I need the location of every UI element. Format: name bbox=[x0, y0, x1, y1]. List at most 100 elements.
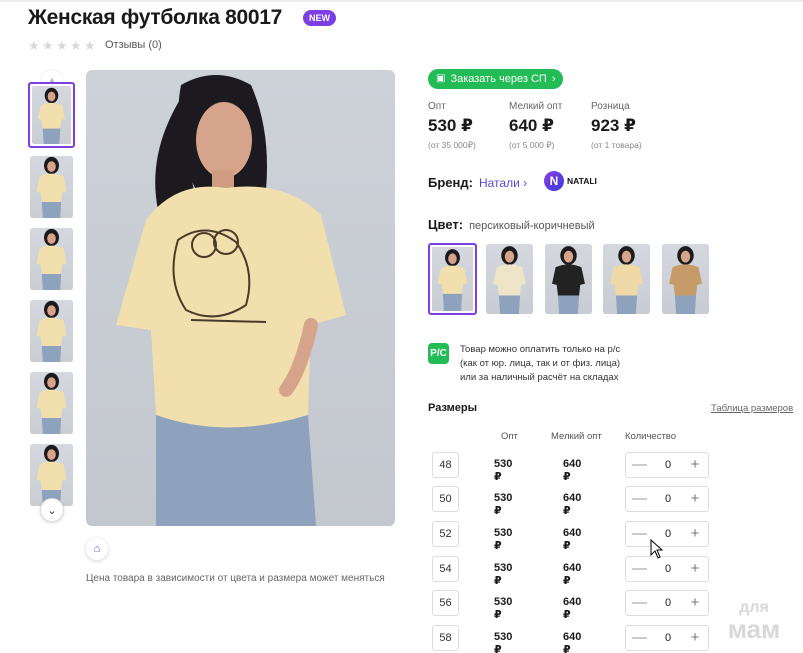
quantity-stepper: — 0 + bbox=[625, 590, 709, 616]
price-threshold: (от 5 000 ₽) bbox=[509, 140, 555, 150]
star-icon: ★ bbox=[28, 38, 40, 53]
price-retail: Розница 923 ₽ (от 1 товара) bbox=[591, 101, 642, 150]
watermark-line: мам bbox=[727, 614, 781, 644]
price-threshold: (от 35 000₽) bbox=[428, 140, 476, 150]
thumbnail-2[interactable] bbox=[30, 156, 73, 218]
color-row: Цвет: персиковый-коричневый bbox=[428, 217, 595, 232]
brand-logo-mark: N bbox=[544, 171, 564, 191]
size-price-opt: 530 ₽ bbox=[494, 562, 513, 587]
quantity-stepper: — 0 + bbox=[625, 625, 709, 651]
watermark: для мам bbox=[716, 600, 792, 644]
thumbnail-3[interactable] bbox=[30, 228, 73, 290]
decrease-button[interactable]: — bbox=[632, 591, 647, 615]
star-icon: ★ bbox=[56, 38, 68, 53]
increase-button[interactable]: + bbox=[688, 522, 702, 546]
rating-stars[interactable]: ★ ★ ★ ★ ★ bbox=[28, 39, 97, 52]
column-header-qty: Количество bbox=[625, 431, 677, 442]
brand-row: Бренд: Натали › bbox=[428, 175, 527, 190]
increase-button[interactable]: + bbox=[688, 453, 702, 477]
new-badge: NEW bbox=[303, 10, 336, 26]
column-header-opt: Опт bbox=[501, 431, 518, 442]
size-label: 56 bbox=[432, 590, 459, 616]
cart-icon: ▣ bbox=[436, 73, 446, 84]
hanger-icon[interactable]: ⌂ bbox=[86, 538, 108, 560]
decrease-button[interactable]: — bbox=[632, 453, 647, 477]
quantity-input[interactable]: 0 bbox=[656, 626, 680, 650]
model-photo bbox=[116, 75, 346, 526]
chevron-down-icon[interactable]: ⌄ bbox=[40, 498, 64, 522]
size-price-small-opt: 640 ₽ bbox=[563, 527, 582, 552]
size-price-opt: 530 ₽ bbox=[494, 458, 513, 483]
size-label: 54 bbox=[432, 556, 459, 582]
decrease-button[interactable]: — bbox=[632, 626, 647, 650]
payment-account-icon: Р/С bbox=[428, 343, 449, 364]
top-divider bbox=[0, 0, 803, 2]
price-value: 923 ₽ bbox=[591, 116, 636, 135]
thumbnail-6[interactable] bbox=[30, 444, 73, 506]
size-price-opt: 530 ₽ bbox=[494, 527, 513, 552]
price-value: 640 ₽ bbox=[509, 116, 554, 135]
decrease-button[interactable]: — bbox=[632, 557, 647, 581]
price-label: Мелкий опт bbox=[509, 101, 563, 112]
color-label: Цвет: bbox=[428, 217, 464, 232]
increase-button[interactable]: + bbox=[688, 626, 702, 650]
product-title: Женская футболка 80017 bbox=[28, 6, 283, 29]
price-label: Розница bbox=[591, 101, 630, 112]
thumbnail-4[interactable] bbox=[30, 300, 73, 362]
size-table-link[interactable]: Таблица размеров bbox=[711, 403, 793, 414]
color-value: персиковый-коричневый bbox=[469, 220, 595, 232]
order-sp-label: Заказать через СП bbox=[450, 73, 547, 85]
brand-label: Бренд: bbox=[428, 175, 473, 190]
color-swatch-brown[interactable] bbox=[662, 244, 709, 314]
payment-note: Товар можно оплатить только на р/с (как … bbox=[460, 343, 620, 385]
brand-logo-text: NATALI bbox=[567, 176, 597, 186]
color-swatch-black[interactable] bbox=[545, 244, 592, 314]
quantity-input[interactable]: 0 bbox=[656, 453, 680, 477]
thumbnail-5[interactable] bbox=[30, 372, 73, 434]
quantity-stepper: —0 + bbox=[625, 521, 709, 547]
size-price-small-opt: 640 ₽ bbox=[563, 492, 582, 517]
brand-link[interactable]: Натали › bbox=[479, 176, 527, 190]
quantity-input[interactable]: 0 bbox=[656, 487, 680, 511]
color-swatch-light[interactable] bbox=[486, 244, 533, 314]
quantity-input[interactable]: 0 bbox=[656, 591, 680, 615]
quantity-stepper: — 0 + bbox=[625, 486, 709, 512]
size-label: 48 bbox=[432, 452, 459, 478]
quantity-stepper: — 0 + bbox=[625, 452, 709, 478]
thumbnail-1[interactable] bbox=[28, 82, 75, 148]
column-header-small-opt: Мелкий опт bbox=[551, 431, 602, 442]
increase-button[interactable]: + bbox=[688, 591, 702, 615]
quantity-input[interactable]: 0 bbox=[656, 557, 680, 581]
quantity-stepper: — 0 + bbox=[625, 556, 709, 582]
star-icon: ★ bbox=[42, 38, 54, 53]
main-product-image[interactable] bbox=[86, 70, 395, 526]
price-opt: Опт 530 ₽ (от 35 000₽) bbox=[428, 101, 476, 151]
increase-button[interactable]: + bbox=[688, 557, 702, 581]
color-swatch-peach-2[interactable] bbox=[603, 244, 650, 314]
price-note: Цена товара в зависимости от цвета и раз… bbox=[86, 573, 385, 584]
increase-button[interactable]: + bbox=[688, 487, 702, 511]
size-price-opt: 530 ₽ bbox=[494, 596, 513, 621]
reviews-link[interactable]: Отзывы (0) bbox=[105, 39, 162, 51]
order-sp-button[interactable]: ▣ Заказать через СП › bbox=[428, 69, 564, 89]
size-price-opt: 530 ₽ bbox=[494, 631, 513, 653]
price-threshold: (от 1 товара) bbox=[591, 140, 642, 150]
decrease-button[interactable]: — bbox=[632, 522, 647, 546]
payment-note-line: Товар можно оплатить только на р/с bbox=[460, 344, 621, 355]
price-small-opt: Мелкий опт 640 ₽ (от 5 000 ₽) bbox=[509, 101, 562, 151]
size-label: 50 bbox=[432, 486, 459, 512]
payment-note-line: или за наличный расчёт на складах bbox=[460, 372, 619, 383]
star-icon: ★ bbox=[84, 38, 96, 53]
price-label: Опт bbox=[428, 101, 446, 112]
price-value: 530 ₽ bbox=[428, 116, 473, 135]
mouse-cursor-icon bbox=[650, 539, 664, 559]
color-swatch-peach[interactable] bbox=[428, 243, 477, 315]
size-label: 58 bbox=[432, 625, 459, 651]
decrease-button[interactable]: — bbox=[632, 487, 647, 511]
size-price-small-opt: 640 ₽ bbox=[563, 631, 582, 653]
size-label: 52 bbox=[432, 521, 459, 547]
sizes-title: Размеры bbox=[428, 402, 478, 414]
star-icon: ★ bbox=[70, 38, 82, 53]
payment-note-line: (как от юр. лица, так и от физ. лица) bbox=[460, 358, 621, 369]
brand-logo[interactable]: N NATALI bbox=[544, 171, 597, 191]
